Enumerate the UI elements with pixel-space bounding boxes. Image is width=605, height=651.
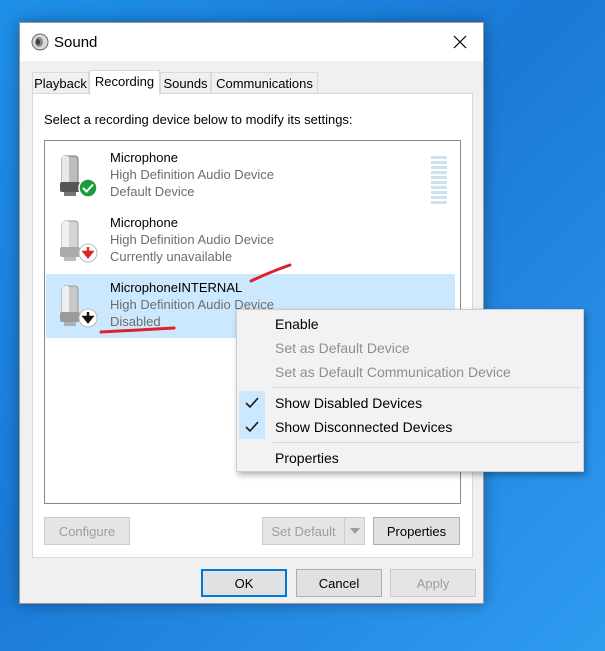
device-driver: High Definition Audio Device xyxy=(110,167,275,182)
tab-recording[interactable]: Recording xyxy=(89,70,160,95)
set-default-label: Set Default xyxy=(271,524,336,539)
apply-button[interactable]: Apply xyxy=(390,569,476,597)
tab-sounds[interactable]: Sounds xyxy=(160,72,211,94)
device-name: MicrophoneINTERNAL xyxy=(110,280,243,295)
context-menu: Enable Set as Default Device Set as Defa… xyxy=(236,309,584,472)
menu-item-label: Show Disabled Devices xyxy=(275,395,423,411)
device-name: Microphone xyxy=(110,215,178,230)
checkmark-icon xyxy=(239,391,265,415)
red-down-arrow-icon xyxy=(78,243,98,263)
black-down-arrow-icon xyxy=(78,308,98,328)
green-check-icon xyxy=(78,178,98,198)
menu-item-set-default-communication[interactable]: Set as Default Communication Device xyxy=(239,360,581,384)
ok-button[interactable]: OK xyxy=(201,569,287,597)
menu-item-show-disabled[interactable]: Show Disabled Devices xyxy=(239,391,581,415)
menu-item-enable[interactable]: Enable xyxy=(239,312,581,336)
set-default-button[interactable]: Set Default xyxy=(262,517,365,545)
checkmark-icon xyxy=(239,415,265,439)
tab-communications[interactable]: Communications xyxy=(211,72,318,94)
tab-playback[interactable]: Playback xyxy=(32,72,89,94)
speaker-icon xyxy=(31,33,49,51)
menu-separator xyxy=(273,387,579,388)
menu-item-set-default-device[interactable]: Set as Default Device xyxy=(239,336,581,360)
menu-item-label: Enable xyxy=(275,316,319,332)
device-properties-button[interactable]: Properties xyxy=(373,517,460,545)
menu-item-label: Properties xyxy=(275,450,339,466)
close-icon xyxy=(453,35,467,49)
set-default-dropdown[interactable] xyxy=(344,518,364,544)
menu-separator xyxy=(273,442,579,443)
configure-button[interactable]: Configure xyxy=(44,517,130,545)
cancel-button[interactable]: Cancel xyxy=(296,569,382,597)
list-item-device[interactable]: Microphone High Definition Audio Device … xyxy=(46,209,455,273)
close-button[interactable] xyxy=(437,23,483,61)
device-name: Microphone xyxy=(110,150,178,165)
menu-item-show-disconnected[interactable]: Show Disconnected Devices xyxy=(239,415,581,439)
chevron-down-icon xyxy=(350,528,360,534)
device-driver: High Definition Audio Device xyxy=(110,232,275,247)
device-status: Currently unavailable xyxy=(110,249,233,264)
menu-item-label: Show Disconnected Devices xyxy=(275,419,453,435)
menu-item-properties[interactable]: Properties xyxy=(239,446,581,470)
instruction-text: Select a recording device below to modif… xyxy=(44,112,353,127)
menu-item-label: Set as Default Device xyxy=(275,340,410,356)
title-bar[interactable]: Sound xyxy=(20,23,483,61)
device-status: Disabled xyxy=(110,314,161,329)
menu-item-label: Set as Default Communication Device xyxy=(275,364,511,380)
window-title: Sound xyxy=(54,34,98,51)
list-item-device[interactable]: Microphone High Definition Audio Device … xyxy=(46,144,455,208)
level-meter xyxy=(431,156,447,204)
device-status: Default Device xyxy=(110,184,195,199)
